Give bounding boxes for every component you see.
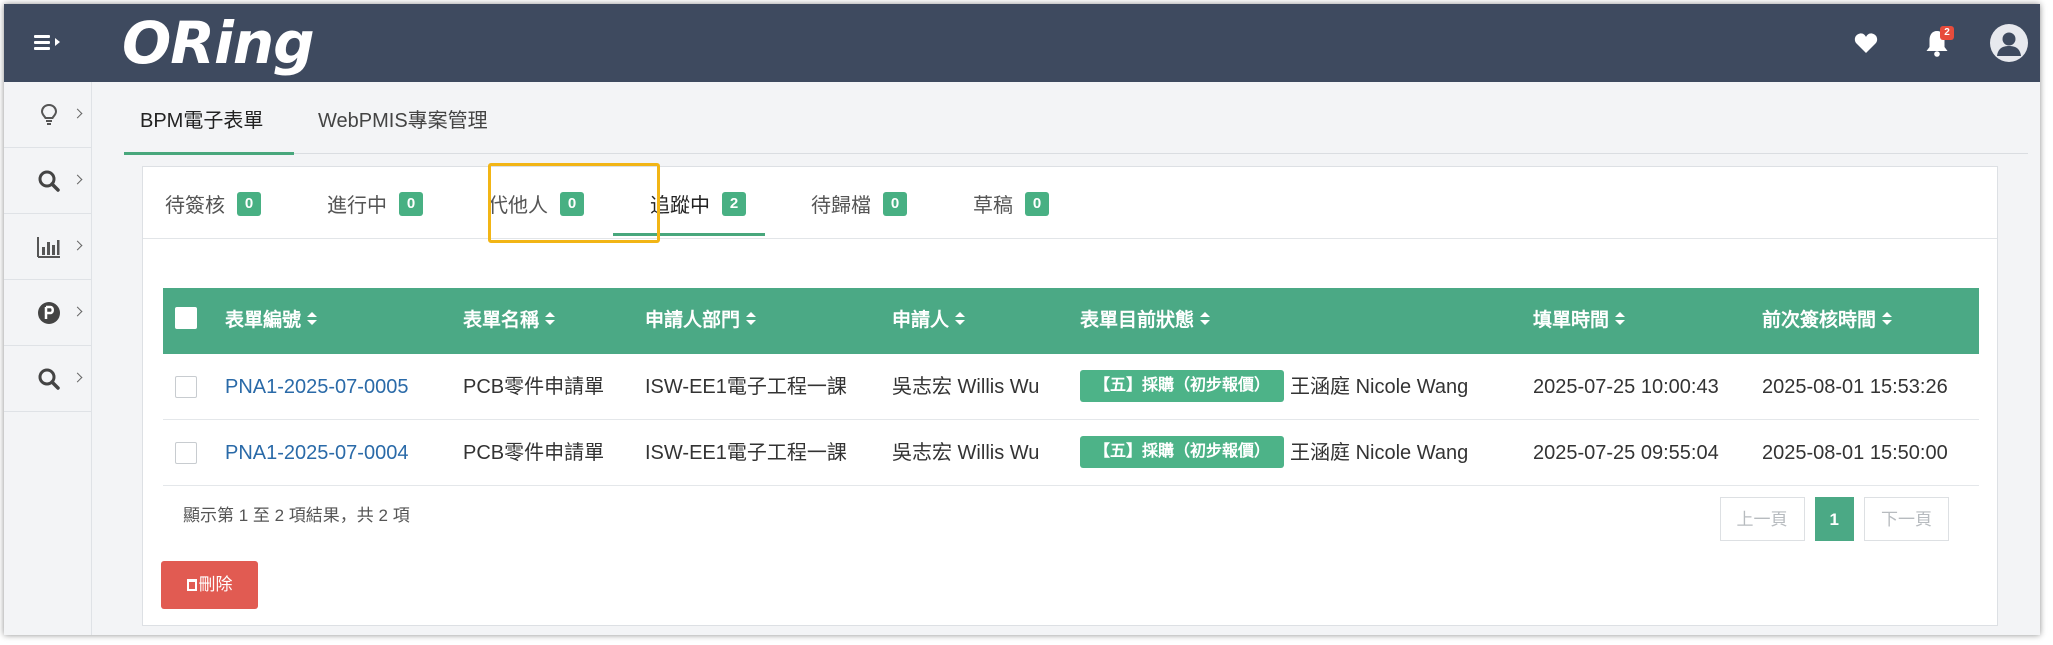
search-icon	[38, 170, 60, 192]
status-badge: 【五】採購（初步報價）	[1080, 369, 1285, 402]
count-badge: 0	[237, 191, 261, 216]
column-header-form-id[interactable]: 表單編號	[225, 288, 318, 354]
forms-panel: 待簽核 0 進行中 0 代他人 0 追蹤中 2 待歸檔 0 草稿 0 表單編號 …	[142, 166, 1998, 626]
department-cell: ISW-EE1電子工程一課	[645, 442, 847, 464]
column-header-department[interactable]: 申請人部門	[645, 288, 757, 354]
menu-icon[interactable]	[34, 30, 74, 56]
app-window: ORing 2 BPM電子表單 WebPMIS專案管理 待簽核 0 進行中 0 …	[4, 4, 2040, 635]
bar-chart-icon	[37, 237, 60, 258]
sidebar-item-ideas[interactable]	[4, 82, 92, 148]
column-header-filled-time[interactable]: 填單時間	[1533, 288, 1626, 354]
row-checkbox[interactable]	[175, 442, 197, 464]
delete-button[interactable]: 刪除	[161, 561, 258, 609]
tab-to-archive[interactable]: 待歸檔 0	[811, 189, 907, 218]
status-badge: 【五】採購（初步報價）	[1080, 435, 1285, 468]
trash-icon	[186, 578, 197, 591]
form-id-cell[interactable]: PNA1-2025-07-0005	[225, 354, 408, 420]
form-id-link[interactable]: PNA1-2025-07-0005	[225, 376, 408, 398]
sort-icon	[307, 311, 318, 326]
sidebar-item-search[interactable]	[4, 148, 92, 214]
status-cell: 【五】採購（初步報價） 王涵庭 Nicole Wang	[1080, 420, 1468, 486]
active-subtab-indicator	[613, 233, 765, 236]
status-cell: 【五】採購（初步報價） 王涵庭 Nicole Wang	[1080, 354, 1468, 420]
form-id-cell[interactable]: PNA1-2025-07-0004	[225, 420, 408, 486]
tab-delegated[interactable]: 代他人 0	[488, 189, 584, 218]
count-badge: 0	[399, 191, 423, 216]
count-badge: 2	[722, 191, 746, 216]
form-id-link[interactable]: PNA1-2025-07-0004	[225, 442, 408, 464]
sort-icon	[1615, 311, 1626, 326]
applicant-cell: 吳志宏 Willis Wu	[892, 442, 1040, 464]
notification-badge: 2	[1940, 26, 1954, 40]
last-signed-cell: 2025-08-01 15:50:00	[1762, 442, 1948, 464]
oring-logo: ORing	[122, 9, 315, 77]
sidebar-item-search-2[interactable]	[4, 346, 92, 412]
column-header-applicant[interactable]: 申請人	[892, 288, 966, 354]
bell-icon[interactable]: 2	[1924, 26, 1954, 58]
sidebar-item-reports[interactable]	[4, 214, 92, 280]
lightbulb-icon	[40, 103, 58, 125]
sort-icon	[545, 311, 556, 326]
active-tab-indicator	[124, 152, 294, 155]
column-header-form-name[interactable]: 表單名稱	[463, 288, 556, 354]
next-page-button[interactable]: 下一頁	[1864, 497, 1949, 541]
sort-icon	[1882, 311, 1893, 326]
filled-time-cell: 2025-07-25 10:00:43	[1533, 376, 1719, 398]
filled-time-cell: 2025-07-25 09:55:04	[1533, 442, 1719, 464]
sort-icon	[955, 311, 966, 326]
results-info: 顯示第 1 至 2 項結果，共 2 項	[183, 506, 410, 525]
table-row: PNA1-2025-07-0005 PCB零件申請單 ISW-EE1電子工程一課…	[163, 354, 1979, 420]
main-tabs: BPM電子表單 WebPMIS專案管理	[124, 82, 2028, 155]
prev-page-button[interactable]: 上一頁	[1719, 497, 1805, 541]
tab-bpm-forms[interactable]: BPM電子表單	[140, 104, 263, 133]
row-checkbox[interactable]	[175, 376, 197, 398]
count-badge: 0	[883, 191, 907, 216]
applicant-cell: 吳志宏 Willis Wu	[892, 376, 1040, 398]
last-signed-cell: 2025-08-01 15:53:26	[1762, 376, 1948, 398]
sort-icon	[1200, 311, 1211, 326]
form-name-cell: PCB零件申請單	[463, 376, 605, 398]
pagination: 上一頁 1 下一頁	[1719, 497, 1949, 541]
search-icon	[38, 368, 60, 390]
sidebar-item-p[interactable]	[4, 280, 92, 346]
form-name-cell: PCB零件申請單	[463, 442, 605, 464]
sort-icon	[746, 311, 757, 326]
status-person: 王涵庭 Nicole Wang	[1290, 442, 1469, 464]
count-badge: 0	[560, 191, 584, 216]
user-avatar-icon[interactable]	[1990, 24, 2028, 62]
tab-pending-approval[interactable]: 待簽核 0	[165, 189, 261, 218]
page-1-button[interactable]: 1	[1814, 497, 1854, 541]
status-subtabs: 待簽核 0 進行中 0 代他人 0 追蹤中 2 待歸檔 0 草稿 0	[143, 167, 1997, 239]
select-all-checkbox[interactable]	[175, 307, 197, 329]
tab-in-progress[interactable]: 進行中 0	[327, 189, 423, 218]
tab-tracking[interactable]: 追蹤中 2	[650, 189, 746, 218]
sidebar	[4, 82, 92, 635]
count-badge: 0	[1025, 191, 1049, 216]
tab-drafts[interactable]: 草稿 0	[973, 189, 1049, 218]
table-row: PNA1-2025-07-0004 PCB零件申請單 ISW-EE1電子工程一課…	[163, 420, 1979, 486]
column-header-last-signed[interactable]: 前次簽核時間	[1762, 288, 1893, 354]
tab-webpmis[interactable]: WebPMIS專案管理	[318, 104, 488, 133]
department-cell: ISW-EE1電子工程一課	[645, 376, 847, 398]
heart-icon[interactable]	[1854, 32, 1878, 54]
table-header: 表單編號 表單名稱 申請人部門 申請人 表單目前狀態 填單時間 前次簽核時間	[163, 288, 1979, 354]
status-person: 王涵庭 Nicole Wang	[1290, 376, 1469, 398]
p-circle-icon	[38, 302, 60, 324]
column-header-status[interactable]: 表單目前狀態	[1080, 288, 1211, 354]
top-navbar: ORing 2	[4, 4, 2040, 82]
